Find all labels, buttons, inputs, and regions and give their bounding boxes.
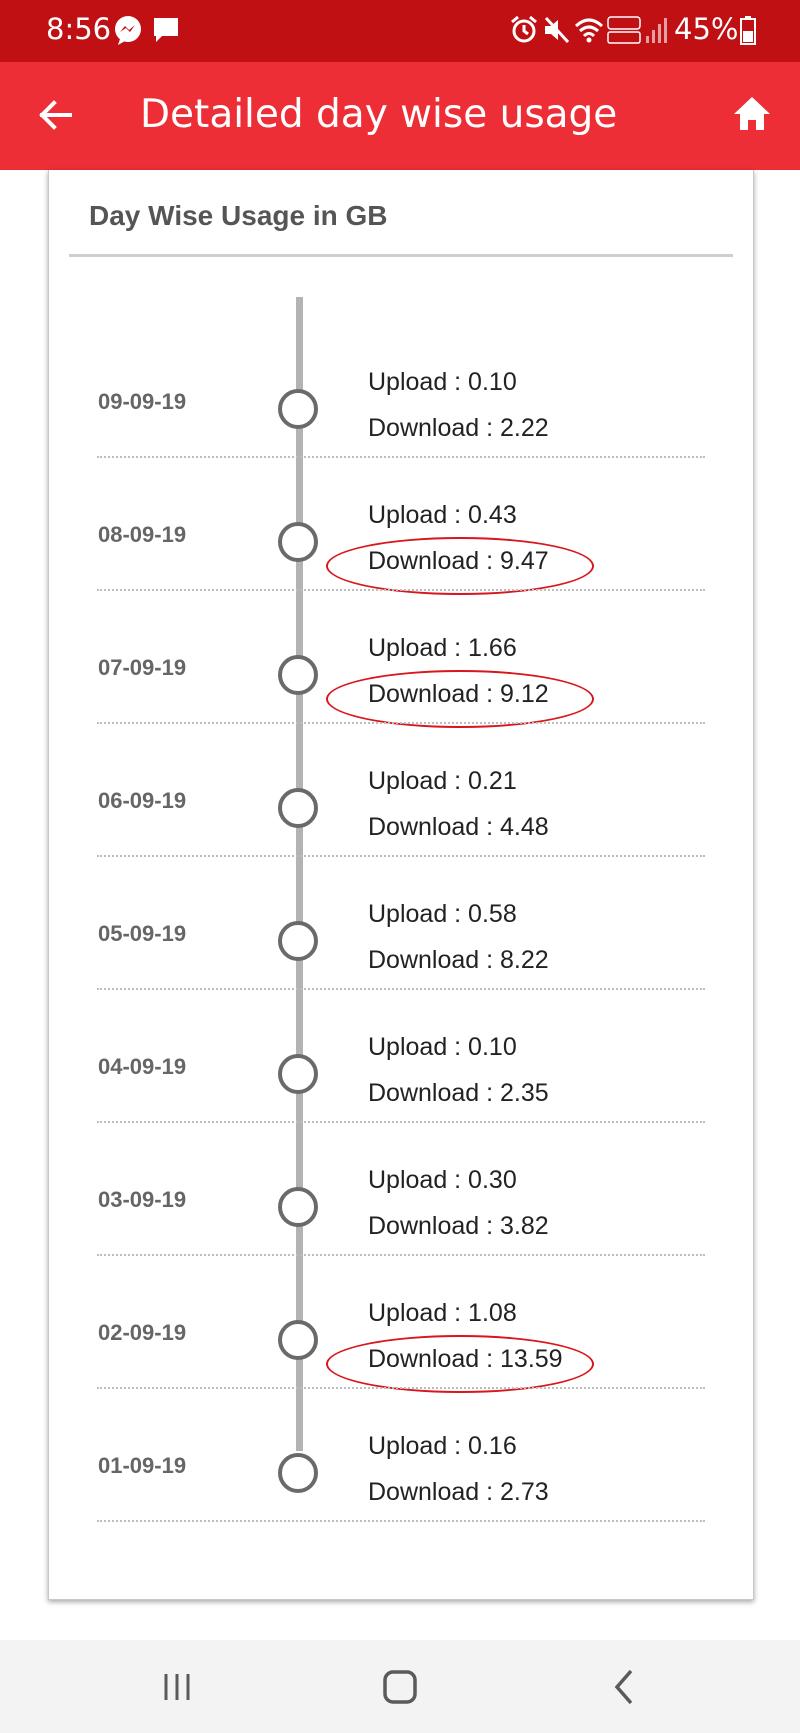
day-upload: Upload : 0.43 xyxy=(368,501,517,529)
timeline-node xyxy=(278,1054,318,1094)
day-date: 02-09-19 xyxy=(98,1320,187,1345)
day-download: Download : 3.82 xyxy=(368,1212,549,1240)
mute-icon xyxy=(544,16,570,44)
battery-percentage: 45% xyxy=(674,12,739,46)
day-date: 08-09-19 xyxy=(98,522,187,547)
day-date: 03-09-19 xyxy=(98,1187,187,1212)
highlight-ellipse xyxy=(326,670,594,728)
day-download: Download : 2.73 xyxy=(368,1478,549,1506)
home-nav-icon[interactable] xyxy=(375,1662,425,1712)
day-upload: Upload : 0.58 xyxy=(368,900,517,928)
day-download: Download : 2.35 xyxy=(368,1079,549,1107)
day-upload: Upload : 0.21 xyxy=(368,767,517,795)
day-upload: Upload : 1.66 xyxy=(368,634,517,662)
timeline-node xyxy=(278,1187,318,1227)
status-bar: 8:56 45% xyxy=(0,0,800,62)
day-download: Download : 8.22 xyxy=(368,946,549,974)
usage-card: Day Wise Usage in GB 09-09-19 Upload : 0… xyxy=(48,170,754,1600)
day-row: 06-09-19 Upload : 0.21 Download : 4.48 xyxy=(49,723,755,857)
day-date: 06-09-19 xyxy=(98,788,187,813)
back-arrow-icon[interactable] xyxy=(36,96,74,134)
timeline-node xyxy=(278,1453,318,1493)
timeline-node xyxy=(278,788,318,828)
back-nav-icon[interactable] xyxy=(600,1662,650,1712)
day-date: 09-09-19 xyxy=(98,389,187,414)
timeline-node xyxy=(278,921,318,961)
day-row: 07-09-19 Upload : 1.66 Download : 9.12 xyxy=(49,590,755,728)
day-date: 05-09-19 xyxy=(98,921,187,946)
app-bar: Detailed day wise usage xyxy=(0,62,800,170)
timeline-node xyxy=(278,1320,318,1360)
timeline-node xyxy=(278,655,318,695)
day-row: 04-09-19 Upload : 0.10 Download : 2.35 xyxy=(49,989,755,1123)
recents-icon[interactable] xyxy=(152,1662,202,1712)
day-upload: Upload : 1.08 xyxy=(368,1299,517,1327)
alarm-icon xyxy=(511,15,537,43)
volte-icon xyxy=(607,16,641,44)
card-divider xyxy=(69,254,733,257)
day-row: 08-09-19 Upload : 0.43 Download : 9.47 xyxy=(49,457,755,595)
day-row: 01-09-19 Upload : 0.16 Download : 2.73 xyxy=(49,1388,755,1522)
home-icon[interactable] xyxy=(732,94,772,134)
timeline-node xyxy=(278,522,318,562)
battery-icon xyxy=(740,16,756,45)
timeline-node xyxy=(278,389,318,429)
messenger-icon xyxy=(115,16,141,45)
day-row: 02-09-19 Upload : 1.08 Download : 13.59 xyxy=(49,1255,755,1393)
row-divider xyxy=(97,1520,705,1522)
day-upload: Upload : 0.10 xyxy=(368,1033,517,1061)
message-icon xyxy=(154,18,178,42)
card-title: Day Wise Usage in GB xyxy=(89,200,388,231)
day-row: 05-09-19 Upload : 0.58 Download : 8.22 xyxy=(49,856,755,990)
day-date: 04-09-19 xyxy=(98,1054,187,1079)
page-title: Detailed day wise usage xyxy=(140,92,618,137)
highlight-ellipse xyxy=(326,537,594,595)
day-upload: Upload : 0.16 xyxy=(368,1432,517,1460)
day-date: 01-09-19 xyxy=(98,1453,187,1478)
signal-icon xyxy=(646,18,667,43)
day-download: Download : 4.48 xyxy=(368,813,549,841)
day-date: 07-09-19 xyxy=(98,655,187,680)
wifi-icon xyxy=(574,18,604,43)
system-nav-bar xyxy=(0,1640,800,1733)
status-time: 8:56 xyxy=(46,12,112,46)
day-upload: Upload : 0.10 xyxy=(368,368,517,396)
highlight-ellipse xyxy=(326,1335,594,1393)
day-row: 03-09-19 Upload : 0.30 Download : 3.82 xyxy=(49,1122,755,1256)
day-upload: Upload : 0.30 xyxy=(368,1166,517,1194)
day-row: 09-09-19 Upload : 0.10 Download : 2.22 xyxy=(49,324,755,458)
day-download: Download : 2.22 xyxy=(368,414,549,442)
